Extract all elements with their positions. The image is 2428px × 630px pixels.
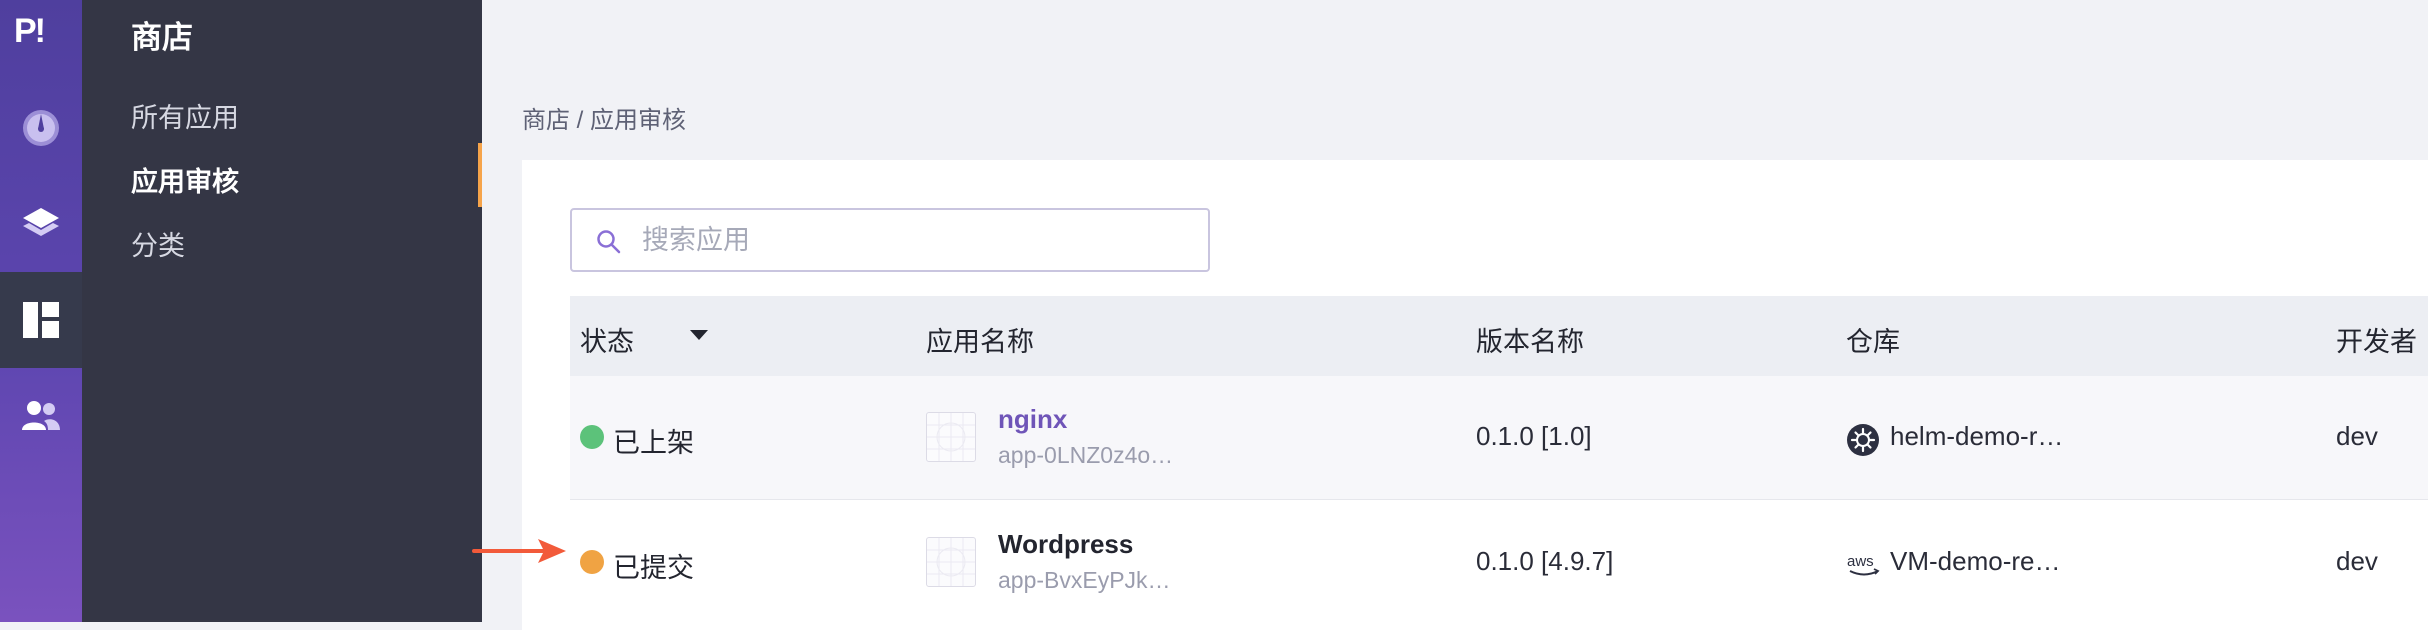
rail-dashboard-button[interactable]	[0, 80, 82, 176]
table-header: 状态 应用名称 版本名称 仓库 开发者	[570, 296, 2428, 376]
status-text: 已提交	[613, 553, 694, 583]
search-input[interactable]	[642, 210, 1182, 270]
rail-store-button[interactable]	[0, 272, 82, 368]
status-dot	[580, 425, 604, 449]
breadcrumb: 商店 / 应用审核	[522, 107, 687, 134]
status-dot	[580, 550, 604, 574]
subnav-item-all-apps[interactable]: 所有应用	[131, 96, 239, 135]
header-version: 版本名称	[1476, 327, 1584, 357]
header-app-name: 应用名称	[926, 327, 1034, 357]
rail-users-button[interactable]	[0, 368, 82, 464]
svg-text:aws: aws	[1847, 553, 1874, 570]
store-subnav: 商店 所有应用 应用审核 分类	[82, 0, 482, 622]
users-icon	[22, 401, 60, 430]
subnav-item-app-review[interactable]: 应用审核	[131, 160, 239, 199]
search-icon	[597, 230, 621, 254]
aws-icon: aws	[1847, 553, 1880, 576]
header-status[interactable]: 状态	[580, 320, 634, 359]
table-row[interactable]: 已上架 nginx app-0LNZ0z4o… 0.1.0 [1.0] helm…	[570, 376, 2428, 500]
header-repo: 仓库	[1846, 327, 1900, 357]
repo-name: helm-demo-r…	[1890, 421, 2064, 451]
app-placeholder-icon	[926, 412, 976, 462]
rail-layers-button[interactable]	[0, 176, 82, 272]
app-id: app-0LNZ0z4o…	[998, 442, 1174, 468]
sort-down-icon[interactable]	[690, 330, 708, 340]
subnav-item-categories[interactable]: 分类	[131, 224, 185, 263]
helm-icon	[1847, 424, 1879, 456]
main-content: 商店 / 应用审核 状态 应用名称 版本名称 仓库 开发者 已上架 nginx	[482, 0, 2428, 630]
annotation-arrow-icon	[472, 539, 566, 563]
review-card: 状态 应用名称 版本名称 仓库 开发者 已上架 nginx app-0LNZ0z…	[522, 160, 2428, 630]
table-row[interactable]: 已提交 Wordpress app-BvxEyPJk… 0.1.0 [4.9.7…	[570, 501, 2428, 625]
app-name-link[interactable]: nginx	[998, 404, 1067, 435]
logo[interactable]: P!	[14, 12, 68, 52]
version-name: 0.1.0 [1.0]	[1476, 421, 1592, 451]
search-box[interactable]	[570, 208, 1210, 272]
version-name: 0.1.0 [4.9.7]	[1476, 546, 1614, 576]
repo-name: VM-demo-re…	[1890, 546, 2061, 576]
layers-icon	[23, 208, 59, 236]
dashboard-gauge-icon	[23, 110, 59, 146]
developer-name: dev	[2336, 546, 2378, 576]
status-text: 已上架	[613, 428, 694, 458]
icon-rail: P!	[0, 0, 82, 622]
store-layout-icon	[23, 302, 59, 338]
developer-name: dev	[2336, 421, 2378, 451]
app-id: app-BvxEyPJk…	[998, 567, 1171, 593]
subnav-title: 商店	[131, 20, 193, 55]
header-developer: 开发者	[2336, 327, 2417, 357]
app-placeholder-icon	[926, 537, 976, 587]
app-name-link[interactable]: Wordpress	[998, 529, 1133, 560]
